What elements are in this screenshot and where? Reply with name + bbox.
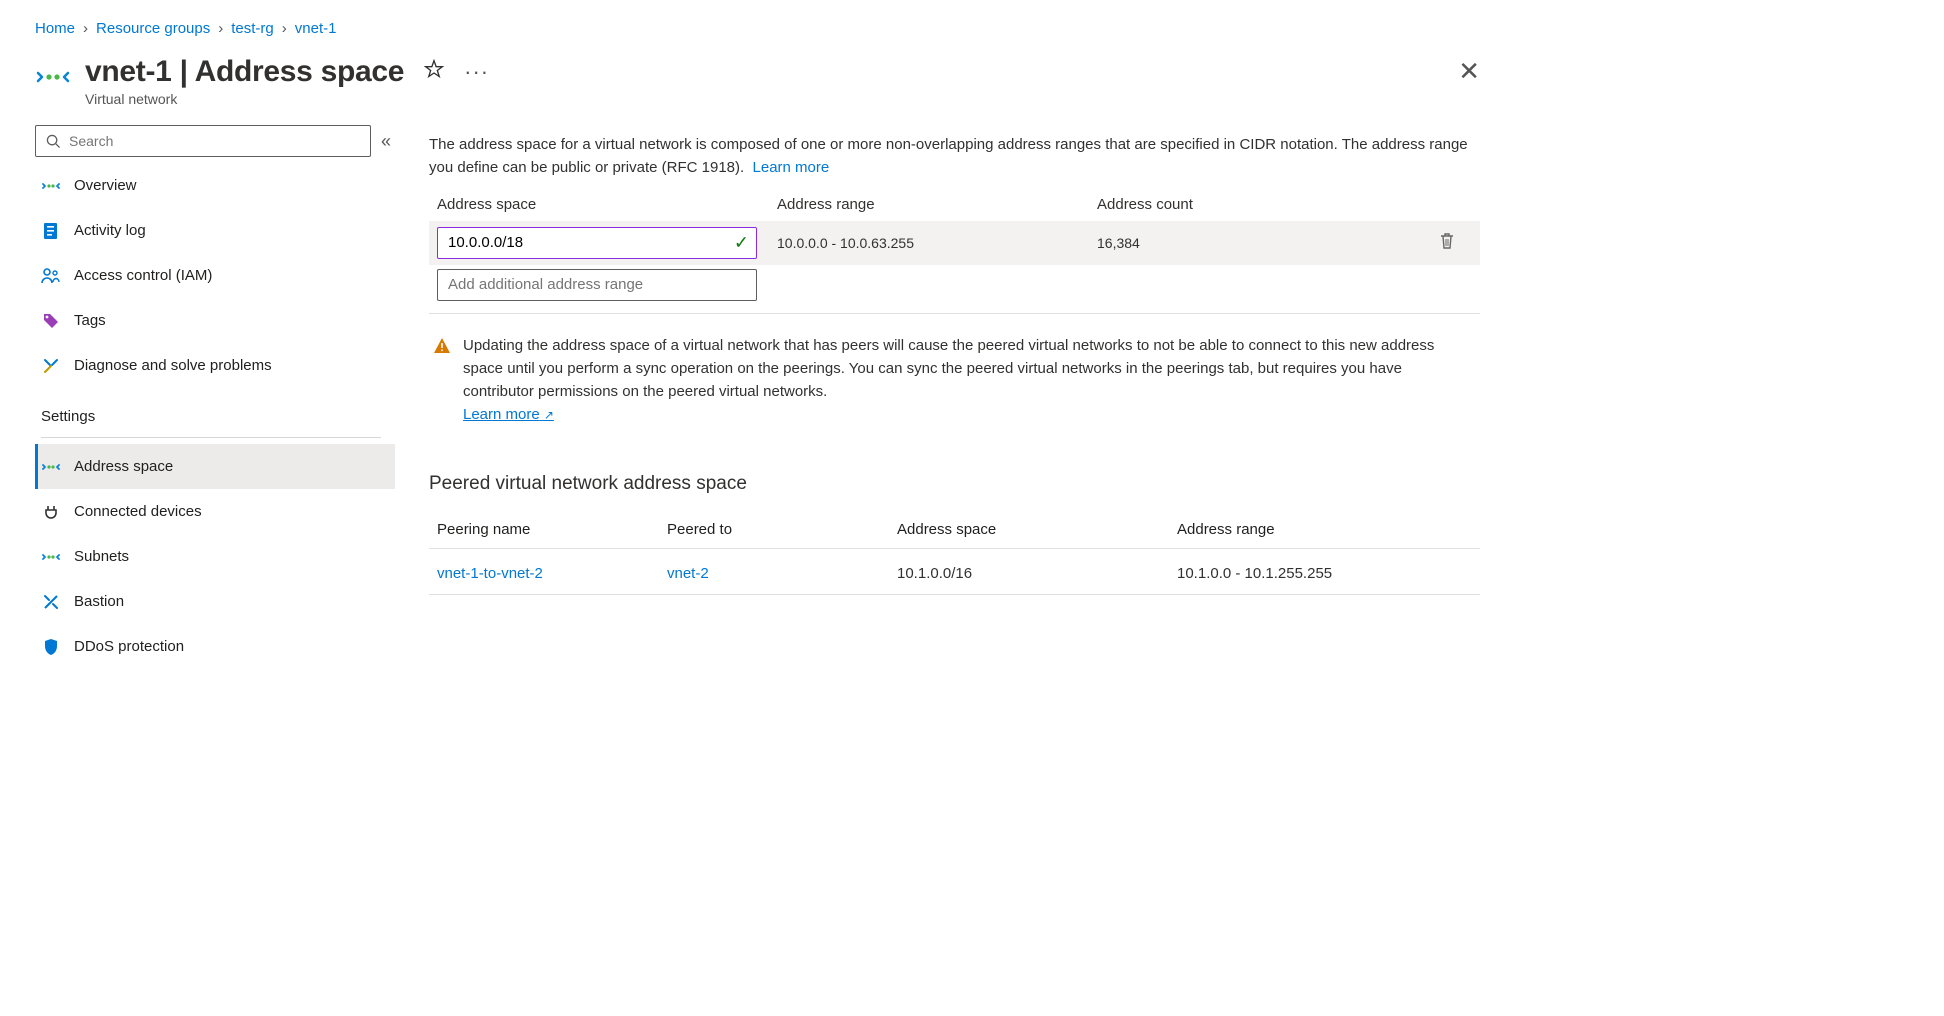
collapse-sidebar-button[interactable]: «: [377, 131, 395, 152]
breadcrumb-resource-groups[interactable]: Resource groups: [96, 20, 210, 37]
external-link-icon: ↗: [544, 408, 554, 422]
col-peered-to: Peered to: [667, 521, 897, 538]
learn-more-link[interactable]: Learn more: [753, 159, 830, 176]
nav-subnets[interactable]: Subnets: [35, 534, 395, 579]
nav-label: Activity log: [74, 222, 146, 239]
nav-label: DDoS protection: [74, 638, 184, 655]
peered-section-title: Peered virtual network address space: [429, 473, 1480, 495]
col-peer-address-range: Address range: [1177, 521, 1472, 538]
people-icon: [41, 266, 61, 286]
favorite-button[interactable]: [424, 59, 444, 85]
delete-row-button[interactable]: [1422, 232, 1472, 253]
log-icon: [41, 221, 61, 241]
bastion-icon: [41, 592, 61, 612]
vnet-icon: [41, 547, 61, 567]
nav-label: Subnets: [74, 548, 129, 565]
chevron-right-icon: ›: [282, 20, 287, 37]
ellipsis-icon: ···: [464, 59, 489, 84]
nav-overview[interactable]: Overview: [35, 163, 395, 208]
checkmark-icon: ✓: [734, 232, 749, 253]
nav-label: Diagnose and solve problems: [74, 357, 272, 374]
address-count-value: 16,384: [1097, 235, 1422, 251]
chevron-right-icon: ›: [218, 20, 223, 37]
warning-text: Updating the address space of a virtual …: [463, 337, 1434, 401]
address-space-input[interactable]: [437, 227, 757, 259]
search-icon: [46, 134, 61, 149]
nav-label: Bastion: [74, 593, 124, 610]
warning-banner: Updating the address space of a virtual …: [433, 334, 1476, 427]
description-text: The address space for a virtual network …: [429, 133, 1480, 180]
peering-name-link[interactable]: vnet-1-to-vnet-2: [437, 565, 667, 582]
more-button[interactable]: ···: [464, 62, 489, 82]
nav-connected-devices[interactable]: Connected devices: [35, 489, 395, 534]
nav-bastion[interactable]: Bastion: [35, 579, 395, 624]
warning-learn-more-link[interactable]: Learn more ↗: [463, 406, 554, 423]
tag-icon: [41, 311, 61, 331]
vnet-icon: [35, 59, 71, 95]
col-peer-address-space: Address space: [897, 521, 1177, 538]
vnet-icon: [41, 176, 61, 196]
nav-activity-log[interactable]: Activity log: [35, 208, 395, 253]
warning-icon: [433, 337, 451, 427]
col-peering-name: Peering name: [437, 521, 667, 538]
add-address-range-input[interactable]: [437, 269, 757, 301]
breadcrumb: Home › Resource groups › test-rg › vnet-…: [35, 0, 1480, 55]
breadcrumb-rg-name[interactable]: test-rg: [231, 20, 274, 37]
search-input[interactable]: [69, 133, 360, 149]
page-title: vnet-1 | Address space: [85, 55, 404, 89]
peer-address-range-value: 10.1.0.0 - 10.1.255.255: [1177, 565, 1472, 582]
nav-ddos[interactable]: DDoS protection: [35, 624, 395, 669]
search-box[interactable]: [35, 125, 371, 157]
nav-label: Overview: [74, 177, 137, 194]
chevron-right-icon: ›: [83, 20, 88, 37]
nav-tags[interactable]: Tags: [35, 298, 395, 343]
nav-label: Tags: [74, 312, 106, 329]
nav-label: Access control (IAM): [74, 267, 212, 284]
trash-icon: [1439, 232, 1455, 250]
plug-icon: [41, 502, 61, 522]
col-address-count: Address count: [1097, 196, 1422, 213]
col-address-space: Address space: [437, 196, 777, 213]
nav-label: Address space: [74, 458, 173, 475]
main-content: The address space for a virtual network …: [429, 125, 1480, 669]
nav-diagnose[interactable]: Diagnose and solve problems: [35, 343, 395, 388]
vnet-icon: [41, 457, 61, 477]
nav-address-space[interactable]: Address space: [35, 444, 395, 489]
shield-icon: [41, 637, 61, 657]
peering-row: vnet-1-to-vnet-2 vnet-2 10.1.0.0/16 10.1…: [429, 549, 1480, 595]
nav-label: Connected devices: [74, 503, 202, 520]
divider: [41, 437, 381, 438]
close-icon: ✕: [1458, 56, 1480, 86]
address-row: ✓ 10.0.0.0 - 10.0.63.255 16,384: [429, 221, 1480, 265]
col-address-range: Address range: [777, 196, 1097, 213]
sidebar: « Overview Activity log Access control (…: [35, 125, 395, 669]
peered-to-link[interactable]: vnet-2: [667, 565, 897, 582]
breadcrumb-home[interactable]: Home: [35, 20, 75, 37]
address-range-value: 10.0.0.0 - 10.0.63.255: [777, 235, 1097, 251]
resource-type-label: Virtual network: [85, 91, 489, 107]
nav-section-settings: Settings: [35, 408, 395, 425]
breadcrumb-vnet[interactable]: vnet-1: [295, 20, 337, 37]
peer-address-space-value: 10.1.0.0/16: [897, 565, 1177, 582]
chevron-double-left-icon: «: [381, 131, 391, 151]
star-icon: [424, 59, 444, 79]
nav-iam[interactable]: Access control (IAM): [35, 253, 395, 298]
wrench-icon: [41, 356, 61, 376]
close-button[interactable]: ✕: [1458, 61, 1480, 81]
